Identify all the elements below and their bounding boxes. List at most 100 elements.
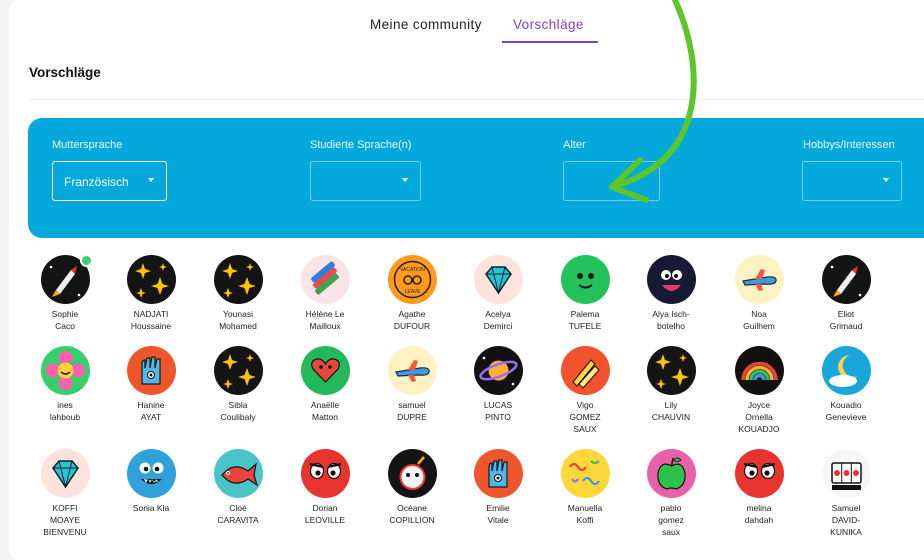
- user-name: Lily CHAUVIN: [629, 399, 713, 423]
- avatar[interactable]: [821, 449, 871, 498]
- user-name: Hélène Le Mailloux: [283, 308, 367, 332]
- user-card[interactable]: Noa Guilhem: [717, 255, 801, 332]
- user-name-line: botelho: [657, 321, 685, 331]
- user-card[interactable]: Hanine AYAT: [109, 346, 193, 423]
- user-card[interactable]: Manuella Koffi: [543, 449, 627, 526]
- studierte-sprachen-select[interactable]: [310, 161, 421, 201]
- tab-meine-community[interactable]: Meine community: [370, 17, 482, 32]
- avatar[interactable]: [473, 449, 523, 498]
- user-name-line: Hanine: [137, 400, 165, 410]
- muttersprache-select[interactable]: Französisch: [52, 161, 167, 201]
- rocket-icon: [821, 255, 871, 304]
- avatar[interactable]: [387, 346, 437, 395]
- avatar[interactable]: [126, 346, 176, 395]
- avatar[interactable]: [560, 346, 610, 395]
- user-name-line: Sophie: [51, 309, 79, 319]
- user-card[interactable]: Kouadio Genevieve: [804, 346, 888, 423]
- filter-panel: Muttersprache Studierte Sprache(n) Alter…: [28, 118, 924, 238]
- user-name-line: Agathe: [398, 309, 426, 319]
- user-card[interactable]: ines lahboub: [23, 346, 107, 423]
- avatar[interactable]: [387, 449, 437, 498]
- avatar[interactable]: [300, 449, 350, 498]
- user-name-line: Vitale: [487, 515, 509, 525]
- user-card[interactable]: Dorian LEOVILLE: [283, 449, 367, 526]
- user-name-line: Emilie: [486, 503, 510, 513]
- blue-monster-icon: [126, 449, 176, 498]
- user-card[interactable]: Cloé CARAVITA: [196, 449, 280, 526]
- user-card[interactable]: KOFFI MOAYE BIENVENU: [23, 449, 107, 538]
- user-name: NADJATI Houssaine: [109, 308, 193, 332]
- avatar[interactable]: [646, 346, 696, 395]
- user-name: Noa Guilhem: [717, 308, 801, 332]
- user-name-line: Eliot: [837, 309, 855, 319]
- avatar[interactable]: [646, 449, 696, 498]
- user-card[interactable]: Eliot Grimaud: [804, 255, 888, 332]
- user-card[interactable]: Alya Isch-botelho: [629, 255, 713, 332]
- avatar[interactable]: [300, 255, 350, 304]
- avatar[interactable]: [473, 255, 523, 304]
- user-name-line: Mohamed: [219, 321, 257, 331]
- user-name: Kouadio Genevieve: [804, 399, 888, 423]
- user-name-line: pablo: [660, 503, 682, 513]
- user-card[interactable]: melina dahdah: [717, 449, 801, 526]
- user-name-line: MOAYE: [49, 515, 81, 525]
- user-card[interactable]: Acelya Demirci: [456, 255, 540, 332]
- user-card[interactable]: samuel DUPRE: [370, 346, 454, 423]
- user-name-line: Samuel: [831, 503, 861, 513]
- user-card[interactable]: Joyce Ornella KOUADJO: [717, 346, 801, 435]
- avatar[interactable]: [40, 254, 93, 304]
- user-name-line: Demirci: [483, 321, 513, 331]
- hobbys-select[interactable]: [802, 161, 902, 201]
- avatar[interactable]: [126, 255, 176, 304]
- user-card[interactable]: VACATION LEAVE Agathe DUFOUR: [370, 255, 454, 332]
- avatar[interactable]: [734, 346, 784, 395]
- user-card[interactable]: Lily CHAUVIN: [629, 346, 713, 423]
- divider: [29, 99, 924, 100]
- rockets-icon: [560, 346, 610, 395]
- user-card[interactable]: Palema TUFELE: [543, 255, 627, 332]
- avatar[interactable]: VACATION LEAVE: [387, 255, 437, 304]
- user-name-line: Alya Isch-: [652, 309, 690, 319]
- user-name-line: Manuella: [567, 503, 603, 513]
- user-card[interactable]: Samuel DAVID- KUNIKA: [804, 449, 888, 538]
- user-name-line: NADJATI: [133, 309, 169, 319]
- avatar[interactable]: [560, 449, 610, 498]
- avatar[interactable]: [213, 255, 263, 304]
- avatar[interactable]: [126, 449, 176, 498]
- user-card[interactable]: Emilie Vitale: [456, 449, 540, 526]
- user-card[interactable]: Younasi Mohamed: [196, 255, 280, 332]
- pencils-icon: [300, 255, 350, 304]
- avatar[interactable]: [213, 449, 263, 498]
- user-name-line: Vigo: [576, 400, 594, 410]
- avatar[interactable]: [734, 449, 784, 498]
- user-card[interactable]: pablo gomez saux: [629, 449, 713, 538]
- avatar[interactable]: [821, 255, 871, 304]
- avatar[interactable]: [560, 255, 610, 304]
- user-card[interactable]: Anaëlle Matton: [283, 346, 367, 423]
- avatar[interactable]: [300, 346, 350, 395]
- active-tab-indicator: [502, 41, 598, 43]
- user-card[interactable]: Sibla Coulibaly: [196, 346, 280, 423]
- user-card[interactable]: Hélène Le Mailloux: [283, 255, 367, 332]
- user-name-line: BIENVENU: [43, 527, 87, 537]
- tab-vorschlaege[interactable]: Vorschläge: [513, 17, 584, 32]
- user-card[interactable]: Océane COPILLION: [370, 449, 454, 526]
- user-name: ines lahboub: [23, 399, 107, 423]
- user-name-line: Mailloux: [309, 321, 341, 331]
- user-card[interactable]: LUCAS PINTO: [456, 346, 540, 423]
- avatar[interactable]: [821, 346, 871, 395]
- avatar[interactable]: [40, 346, 90, 395]
- user-name: Anaëlle Matton: [283, 399, 367, 423]
- avatar[interactable]: [213, 346, 263, 395]
- alter-input[interactable]: [563, 161, 660, 201]
- avatar[interactable]: [473, 346, 523, 395]
- user-name-line: saux: [662, 527, 680, 537]
- avatar[interactable]: [646, 255, 696, 304]
- avatar[interactable]: [734, 255, 784, 304]
- user-card[interactable]: Sophie Caco: [23, 254, 107, 332]
- user-name-line: Guilhem: [743, 321, 775, 331]
- avatar[interactable]: [40, 449, 90, 498]
- user-card[interactable]: Sonia Kla: [109, 449, 193, 514]
- user-card[interactable]: NADJATI Houssaine: [109, 255, 193, 332]
- user-card[interactable]: Vigo GOMEZ SAUX: [543, 346, 627, 435]
